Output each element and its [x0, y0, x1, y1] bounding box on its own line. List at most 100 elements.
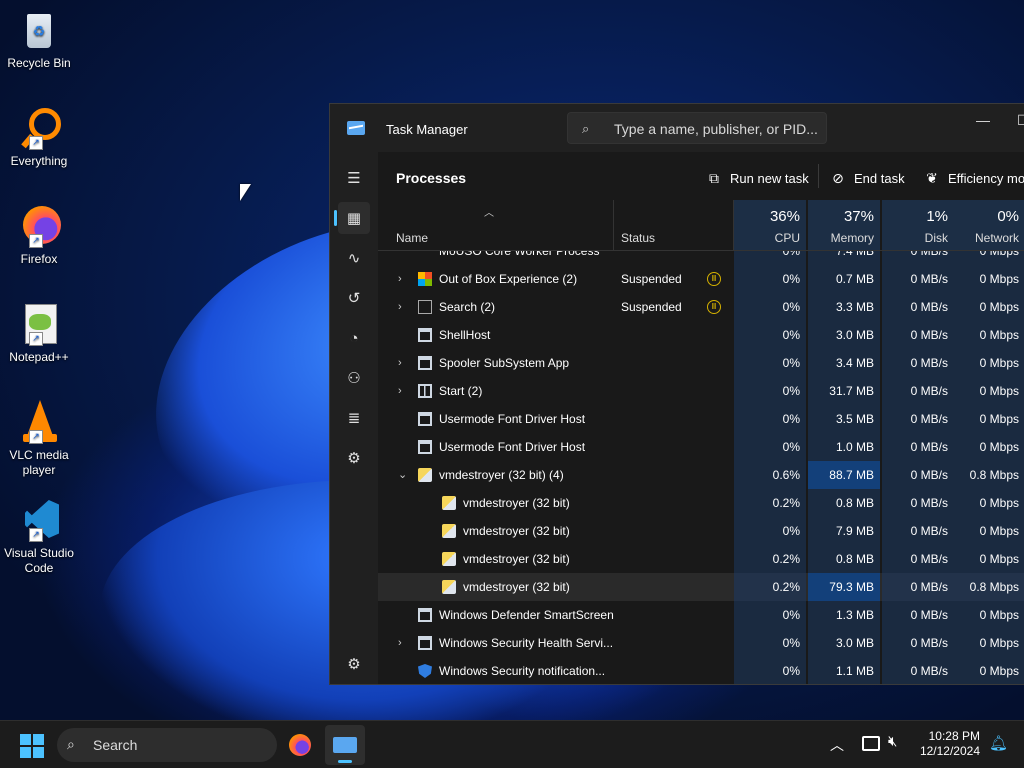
run-new-task-button[interactable]: ⧉ Run new task	[706, 170, 809, 187]
table-row[interactable]: › Search (2) Suspended II 0% 3.3 MB 0 MB…	[378, 293, 1024, 321]
shield-icon	[418, 664, 432, 678]
taskbar: ⌕ Search ︿ 🔇︎ 10:28 PM 12/12/2024 🔔︎	[0, 720, 1024, 768]
shortcut-arrow-icon: ↗	[29, 528, 43, 542]
table-row[interactable]: vmdestroyer (32 bit) 0% 7.9 MB 0 MB/s 0 …	[378, 517, 1024, 545]
window-app-icon	[418, 328, 432, 342]
window-app-icon	[418, 608, 432, 622]
desktop-icon-vscode[interactable]: ↗ Visual Studio Code	[2, 498, 76, 576]
shortcut-arrow-icon: ↗	[29, 332, 43, 346]
desktop-icon-notepadpp[interactable]: ↗ Notepad++	[2, 302, 76, 365]
task-manager-logo-icon	[347, 121, 365, 135]
chevron-right-icon[interactable]: ›	[398, 629, 402, 657]
table-row[interactable]: ShellHost 0% 3.0 MB 0 MB/s 0 Mbps	[378, 321, 1024, 349]
nav-processes-icon[interactable]: ▦	[334, 202, 370, 234]
chevron-right-icon[interactable]: ›	[398, 265, 402, 293]
vscode-icon: ↗	[17, 498, 61, 542]
notification-bell-icon[interactable]: 🔔︎	[989, 734, 1008, 752]
window-app-icon	[418, 636, 432, 650]
window-app-icon	[418, 412, 432, 426]
nav-services-icon[interactable]: ⚙	[338, 442, 370, 474]
search-app-icon	[418, 300, 432, 314]
vmdestroyer-app-icon	[418, 468, 432, 482]
table-row[interactable]: › Windows Security Health Servi... 0% 3.…	[378, 629, 1024, 657]
nav-settings-icon[interactable]: ⚙	[338, 648, 370, 680]
windows-logo-icon	[33, 747, 44, 758]
chevron-down-icon[interactable]: ⌄	[398, 461, 407, 489]
table-row[interactable]: Windows Defender SmartScreen 0% 1.3 MB 0…	[378, 601, 1024, 629]
divider	[613, 200, 614, 250]
desktop-icon-firefox[interactable]: ↗ Firefox	[2, 204, 76, 267]
window-title: Task Manager	[386, 122, 468, 137]
search-icon: ⌕	[67, 736, 75, 752]
column-cpu[interactable]: 36% CPU	[734, 200, 806, 250]
start-button[interactable]	[20, 734, 44, 758]
hamburger-menu-button[interactable]: ☰	[338, 162, 370, 194]
nav-users-icon[interactable]: ⚇	[338, 362, 370, 394]
chevron-right-icon[interactable]: ›	[398, 377, 402, 405]
desktop-icon-vlc[interactable]: ↗ VLC media player	[2, 400, 76, 478]
vlc-cone-icon: ↗	[17, 400, 61, 444]
taskbar-search-box[interactable]: ⌕ Search	[57, 728, 277, 762]
network-icon[interactable]	[862, 736, 880, 751]
windows-logo-icon	[33, 734, 44, 745]
table-row[interactable]: › Start (2) 0% 31.7 MB 0 MB/s 0 Mbps	[378, 377, 1024, 405]
windows-logo-icon	[20, 747, 31, 758]
nav-startup-apps-icon[interactable]: ◔	[338, 322, 370, 354]
vmdestroyer-app-icon	[442, 496, 456, 510]
table-row[interactable]: Windows Security notification... 0% 1.1 …	[378, 657, 1024, 684]
nav-app-history-icon[interactable]: ↺	[338, 282, 370, 314]
table-row[interactable]: vmdestroyer (32 bit) 0.2% 0.8 MB 0 MB/s …	[378, 545, 1024, 573]
table-row-selected[interactable]: vmdestroyer (32 bit) 0.2% 79.3 MB 0 MB/s…	[378, 573, 1024, 601]
mouse-cursor-icon	[240, 184, 251, 201]
task-manager-logo-icon	[333, 737, 357, 753]
divider	[818, 164, 819, 188]
column-name[interactable]: Name	[396, 231, 428, 245]
chevron-right-icon[interactable]: ›	[398, 349, 402, 377]
column-memory[interactable]: 37% Memory	[808, 200, 880, 250]
table-row[interactable]: MoUSO Core Worker Process 0% 7.4 MB 0 MB…	[378, 251, 1024, 265]
volume-muted-icon[interactable]: 🔇︎	[888, 733, 897, 750]
process-list: MoUSO Core Worker Process 0% 7.4 MB 0 MB…	[378, 251, 1024, 684]
taskbar-task-manager-button[interactable]	[325, 725, 365, 765]
search-box[interactable]: ⌕	[567, 112, 827, 144]
vmdestroyer-app-icon	[442, 580, 456, 594]
sort-caret-icon[interactable]: ︿	[484, 204, 494, 219]
vmdestroyer-app-icon	[442, 552, 456, 566]
suspended-icon: II	[707, 300, 721, 314]
suspended-icon: II	[707, 272, 721, 286]
table-row[interactable]: › Out of Box Experience (2) Suspended II…	[378, 265, 1024, 293]
minimize-button[interactable]: —	[976, 112, 990, 128]
column-disk[interactable]: 1% Disk	[882, 200, 954, 250]
table-row[interactable]: ⌄ vmdestroyer (32 bit) (4) 0.6% 88.7 MB …	[378, 461, 1024, 489]
active-indicator	[338, 760, 352, 763]
column-status[interactable]: Status	[621, 231, 655, 245]
end-task-button[interactable]: ⊘ End task	[830, 170, 904, 187]
maximize-button[interactable]: ☐	[1017, 112, 1024, 129]
clock[interactable]: 10:28 PM 12/12/2024	[920, 729, 980, 759]
search-input[interactable]	[612, 118, 826, 140]
page-title: Processes	[396, 170, 467, 186]
column-network[interactable]: 0% Network	[954, 200, 1024, 250]
run-task-icon: ⧉	[709, 170, 719, 186]
windows-logo-icon	[20, 734, 31, 745]
chevron-right-icon[interactable]: ›	[398, 293, 402, 321]
taskbar-firefox-button[interactable]	[280, 725, 320, 765]
desktop-icon-everything[interactable]: ↗ Everything	[2, 106, 76, 169]
table-row[interactable]: vmdestroyer (32 bit) 0.2% 0.8 MB 0 MB/s …	[378, 489, 1024, 517]
side-navigation: ☰ ▦ ∿ ↺ ◔ ⚇ ≣ ⚙ ⚙	[330, 152, 378, 684]
desktop-icon-recycle-bin[interactable]: ♻ Recycle Bin	[2, 8, 76, 71]
recycle-bin-icon: ♻	[17, 8, 61, 52]
nav-details-icon[interactable]: ≣	[338, 402, 370, 434]
table-row[interactable]: Usermode Font Driver Host 0% 1.0 MB 0 MB…	[378, 433, 1024, 461]
processes-page: Processes ⧉ Run new task ⊘ End task ❦ Effic…	[378, 152, 1024, 684]
title-bar[interactable]: Task Manager ⌕ — ☐	[330, 104, 1024, 152]
show-hidden-icons-button[interactable]: ︿	[830, 735, 844, 755]
table-row[interactable]: › Spooler SubSystem App 0% 3.4 MB 0 MB/s…	[378, 349, 1024, 377]
notepadpp-icon: ↗	[17, 302, 61, 346]
efficiency-mode-button[interactable]: ❦Efficiency mode	[924, 170, 1024, 187]
table-row[interactable]: Usermode Font Driver Host 0% 3.5 MB 0 MB…	[378, 405, 1024, 433]
nav-performance-icon[interactable]: ∿	[338, 242, 370, 274]
start-app-icon	[418, 384, 432, 398]
end-task-icon: ⊘	[832, 170, 844, 186]
window-app-icon	[418, 440, 432, 454]
